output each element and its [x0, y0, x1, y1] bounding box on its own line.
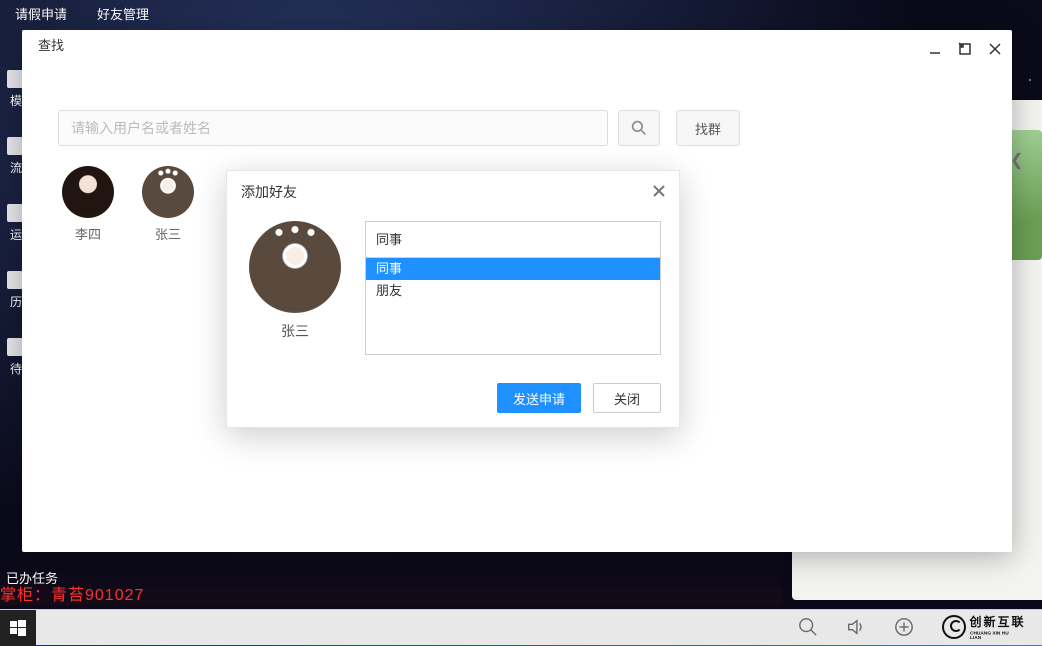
- brand-icon: [942, 615, 966, 639]
- sidebar-label: 流: [10, 159, 22, 176]
- search-button[interactable]: [618, 110, 660, 146]
- start-button[interactable]: [0, 610, 36, 646]
- result-item[interactable]: 张三: [142, 166, 194, 243]
- combo-dropdown: 同事 朋友: [366, 258, 660, 354]
- windows-icon: [10, 620, 26, 636]
- sidebar-label: 运: [10, 226, 22, 243]
- sidebar-label: 模: [10, 92, 22, 109]
- combo-selected-value[interactable]: 同事: [366, 222, 660, 258]
- avatar: [62, 166, 114, 218]
- result-name: 李四: [75, 224, 101, 243]
- send-request-button[interactable]: 发送申请: [497, 383, 581, 413]
- brand-text: 创新互联: [970, 613, 1032, 630]
- combo-option[interactable]: 朋友: [366, 280, 660, 302]
- avatar: [249, 221, 341, 313]
- maximize-button[interactable]: [954, 38, 976, 60]
- search-input[interactable]: [58, 110, 608, 146]
- sidebar-label: 历: [10, 293, 22, 310]
- result-item[interactable]: 李四: [62, 166, 114, 243]
- combo-padding: [366, 302, 660, 354]
- dialog-title: 查找: [22, 30, 1012, 62]
- top-menu-item-friends[interactable]: 好友管理: [97, 4, 149, 23]
- top-menu-item-leave[interactable]: 请假申请: [15, 4, 67, 23]
- result-name: 张三: [155, 224, 181, 243]
- modal-title: 添加好友: [227, 171, 679, 213]
- add-icon[interactable]: [894, 617, 914, 637]
- avatar: [142, 166, 194, 218]
- add-friend-modal: 添加好友 张三 同事 同事 朋友 发送申请 关闭: [226, 170, 680, 428]
- close-button[interactable]: [984, 38, 1006, 60]
- brand-subtext: CHUANG XIN HU LIAN: [970, 631, 1020, 641]
- combo-option[interactable]: 同事: [366, 258, 660, 280]
- zoom-icon[interactable]: [798, 617, 818, 637]
- search-icon: [631, 120, 647, 136]
- watermark-text: 掌柜：青苔901027: [0, 581, 144, 605]
- close-button[interactable]: 关闭: [593, 383, 661, 413]
- taskbar: 创新互联 CHUANG XIN HU LIAN: [0, 609, 1042, 645]
- close-icon[interactable]: [649, 181, 669, 201]
- find-group-button[interactable]: 找群: [676, 110, 740, 146]
- group-combobox[interactable]: 同事 同事 朋友: [365, 221, 661, 355]
- system-tray: 创新互联 CHUANG XIN HU LIAN: [798, 609, 1032, 645]
- brand-logo: 创新互联 CHUANG XIN HU LIAN: [942, 613, 1032, 641]
- sidebar-label: 待: [10, 360, 22, 377]
- top-menu: 请假申请 好友管理: [15, 4, 149, 23]
- minimize-button[interactable]: [924, 38, 946, 60]
- friend-name: 张三: [281, 321, 309, 341]
- chevron-left-icon[interactable]: ❮: [1010, 150, 1028, 168]
- sound-icon[interactable]: [846, 617, 866, 637]
